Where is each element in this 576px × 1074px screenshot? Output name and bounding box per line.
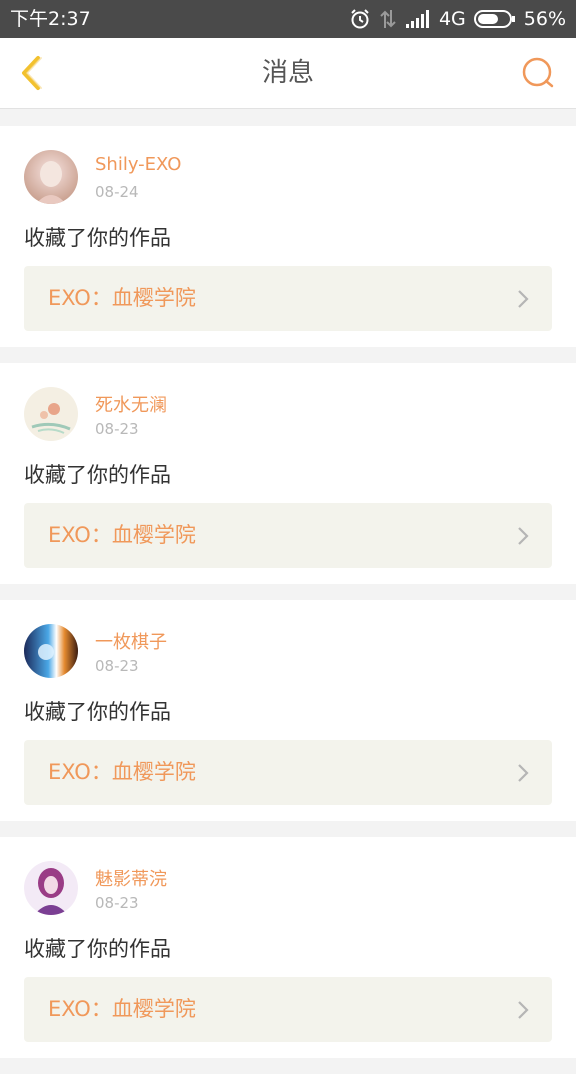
network-type: 4G — [438, 8, 466, 30]
status-icons: 4G 56% — [341, 6, 566, 32]
search-icon — [522, 57, 554, 88]
work-title: EXO：血樱学院 — [48, 523, 196, 547]
avatar[interactable] — [24, 861, 78, 915]
status-time: 下午2:37 — [10, 8, 91, 30]
chevron-right-icon — [518, 527, 529, 545]
message-card: 死水无澜 08-23 收藏了你的作品 EXO：血樱学院 — [0, 363, 576, 584]
message-card: 魅影蒂浣 08-23 收藏了你的作品 EXO：血樱学院 — [0, 837, 576, 1058]
work-title: EXO：血樱学院 — [48, 997, 196, 1021]
message-date: 08-23 — [95, 420, 139, 438]
message-action: 收藏了你的作品 — [24, 700, 171, 724]
message-card: 一枚棋子 08-23 收藏了你的作品 EXO：血樱学院 — [0, 600, 576, 821]
message-date: 08-23 — [95, 657, 139, 675]
avatar[interactable] — [24, 387, 78, 441]
username[interactable]: Shily-EXO — [95, 154, 181, 175]
username[interactable]: 死水无澜 — [95, 391, 167, 417]
status-bar: 下午2:37 4G 56% — [0, 0, 576, 38]
avatar[interactable] — [24, 150, 78, 204]
chevron-right-icon — [518, 1001, 529, 1019]
message-action: 收藏了你的作品 — [24, 463, 171, 487]
data-transfer-icon — [379, 8, 397, 30]
chevron-right-icon — [518, 764, 529, 782]
work-title: EXO：血樱学院 — [48, 286, 196, 310]
avatar[interactable] — [24, 624, 78, 678]
work-link[interactable]: EXO：血樱学院 — [24, 740, 552, 805]
battery-percent: 56% — [523, 8, 566, 30]
message-list: Shily-EXO 08-24 收藏了你的作品 EXO：血樱学院 死水无澜 08… — [0, 126, 576, 1074]
work-title: EXO：血樱学院 — [48, 760, 196, 784]
message-date: 08-23 — [95, 894, 139, 912]
message-date: 08-24 — [95, 183, 139, 201]
chevron-right-icon — [518, 290, 529, 308]
work-link[interactable]: EXO：血樱学院 — [24, 503, 552, 568]
work-link[interactable]: EXO：血樱学院 — [24, 977, 552, 1042]
message-action: 收藏了你的作品 — [24, 937, 171, 961]
work-link[interactable]: EXO：血樱学院 — [24, 266, 552, 331]
message-card: Shily-EXO 08-24 收藏了你的作品 EXO：血樱学院 — [0, 126, 576, 347]
title-bar: 消息 — [0, 38, 576, 109]
username[interactable]: 魅影蒂浣 — [95, 865, 167, 891]
username[interactable]: 一枚棋子 — [95, 628, 167, 654]
signal-icon — [405, 9, 431, 29]
search-button[interactable] — [518, 53, 558, 93]
battery-icon — [473, 9, 516, 29]
page-title: 消息 — [261, 58, 314, 88]
message-action: 收藏了你的作品 — [24, 226, 171, 250]
alarm-icon — [349, 8, 371, 30]
